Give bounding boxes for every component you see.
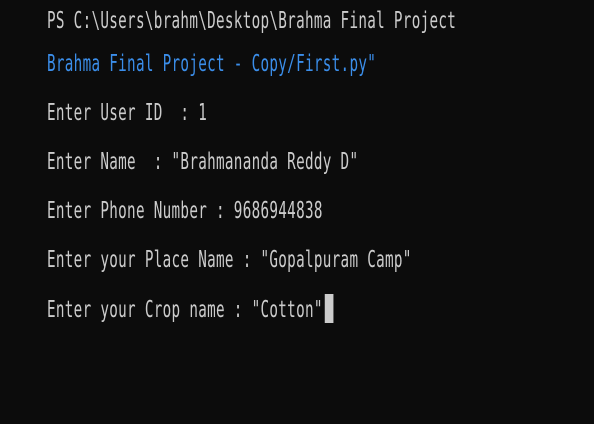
- terminal-window[interactable]: PS C:\Users\brahm\Desktop\Brahma Final P…: [0, 0, 594, 424]
- terminal-line-phone: Enter Phone Number : 9686944838: [47, 196, 323, 226]
- text-cursor: [324, 294, 334, 323]
- terminal-line-prompt: PS C:\Users\brahm\Desktop\Brahma Final P…: [47, 6, 456, 36]
- terminal-line-text: Enter Name : "Brahmananda Reddy D": [47, 149, 359, 175]
- terminal-line-place: Enter your Place Name : "Gopalpuram Camp…: [47, 245, 412, 275]
- terminal-line-name: Enter Name : "Brahmananda Reddy D": [47, 147, 358, 177]
- terminal-line-script-path: Brahma Final Project - Copy/First.py": [47, 49, 376, 79]
- terminal-line-text: Enter Phone Number : 9686944838: [47, 198, 323, 224]
- terminal-line-text: PS C:\Users\brahm\Desktop\Brahma Final P…: [47, 8, 457, 34]
- terminal-line-crop[interactable]: Enter your Crop name : "Cotton": [47, 294, 334, 325]
- terminal-line-text: Enter your Place Name : "Gopalpuram Camp…: [47, 247, 412, 273]
- terminal-line-text: Enter your Crop name : "Cotton": [47, 297, 323, 323]
- terminal-line-text: Enter User ID : 1: [47, 100, 208, 126]
- terminal-line-user-id: Enter User ID : 1: [47, 98, 207, 128]
- terminal-line-text: Brahma Final Project - Copy/First.py": [47, 51, 377, 77]
- window-edge: [594, 0, 601, 424]
